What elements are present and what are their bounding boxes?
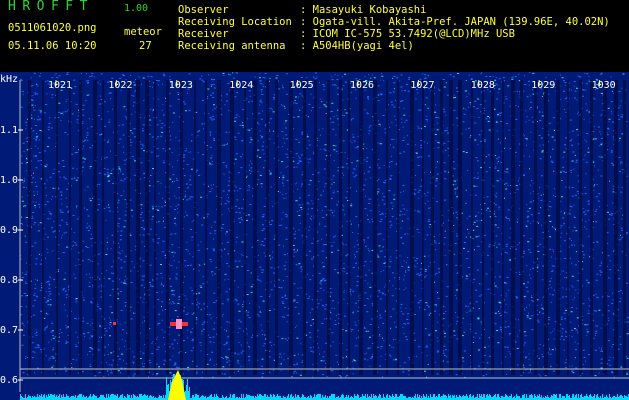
dark-stripe — [314, 80, 317, 375]
dark-stripe — [482, 80, 484, 375]
dark-stripe — [275, 80, 278, 375]
dark-stripe — [194, 80, 196, 375]
dark-stripe — [93, 80, 97, 375]
dark-stripe — [567, 80, 569, 375]
dark-stripe — [114, 80, 117, 375]
dark-stripe — [327, 80, 330, 375]
dark-stripe — [491, 80, 494, 375]
dark-stripe — [28, 80, 31, 375]
dark-stripe — [511, 80, 515, 375]
dark-stripe — [373, 80, 377, 375]
x-tick-label: 1029 — [531, 80, 555, 91]
dark-stripe — [127, 80, 130, 375]
y-tick-label: 0.7 — [0, 325, 18, 336]
dark-stripe — [348, 80, 350, 375]
y-tick-label: 0.9 — [0, 225, 18, 236]
meteor-echo — [113, 322, 116, 325]
dark-stripe — [56, 80, 58, 375]
datetime: 05.11.06 10:20 — [8, 40, 97, 52]
dark-stripe — [244, 80, 246, 375]
y-unit-label: kHz — [0, 74, 18, 85]
dark-stripe — [303, 80, 306, 375]
x-tick-label: 1025 — [290, 80, 314, 91]
dark-stripe — [397, 80, 399, 375]
y-tick-label: 0.6 — [0, 375, 18, 386]
meteor-echo-core — [176, 319, 182, 329]
dark-stripe — [422, 80, 424, 375]
dark-stripe — [410, 80, 414, 375]
spectrogram: 1021 1022 1023 1024 1025 1026 1027 1028 1029 1030… — [0, 72, 629, 400]
y-tick-label: 1.0 — [0, 175, 18, 186]
location-value: : Ogata-vill. Akita-Pref. JAPAN (139.96E… — [300, 16, 610, 28]
dark-stripe — [502, 80, 504, 375]
dark-stripe — [136, 80, 140, 375]
dark-stripe — [154, 80, 156, 375]
meteor-count: 27 — [139, 40, 152, 52]
dark-stripe — [145, 80, 149, 375]
x-tick-label: 1021 — [48, 80, 72, 91]
dark-stripe — [579, 80, 582, 375]
dark-stripe — [386, 80, 388, 375]
dark-stripe — [230, 80, 234, 375]
dark-stripe — [289, 80, 293, 375]
dark-stripe — [166, 80, 169, 375]
x-tick-label: 1027 — [410, 80, 434, 91]
location-label: Receiving Location — [178, 16, 292, 28]
dark-stripe — [359, 80, 363, 375]
observer-label: Observer — [178, 4, 229, 16]
dark-stripe — [253, 80, 257, 375]
receiver-label: Receiver — [178, 28, 229, 40]
x-tick-label: 1028 — [471, 80, 495, 91]
dark-stripe — [471, 80, 473, 375]
dark-stripe — [458, 80, 462, 375]
dark-stripe — [205, 80, 207, 375]
dark-stripe — [431, 80, 434, 375]
meteor-label: meteor — [124, 26, 162, 38]
dark-stripe — [449, 80, 453, 375]
antenna-value: : A504HB(yagi 4el) — [300, 40, 414, 52]
app-version: 1.00 — [124, 3, 149, 14]
dark-stripe — [42, 80, 44, 375]
x-tick-label: 1026 — [350, 80, 374, 91]
dark-stripe — [69, 80, 71, 375]
dark-stripe — [180, 80, 183, 375]
dark-stripe — [520, 80, 523, 375]
receiver-value: : ICOM IC-575 53.7492(@LCD)MHz USB — [300, 28, 515, 40]
dark-stripe — [440, 80, 443, 375]
file-name: 0511061020.png — [8, 22, 97, 34]
dark-stripe — [544, 80, 548, 375]
dark-stripe — [623, 80, 626, 375]
y-tick-label: 0.8 — [0, 275, 18, 286]
x-tick-label: 1024 — [229, 80, 253, 91]
dark-stripe — [79, 80, 82, 375]
dark-stripe — [534, 80, 537, 375]
x-tick-label: 1022 — [108, 80, 132, 91]
observer-value: : Masayuki Kobayashi — [300, 4, 427, 16]
antenna-label: Receiving antenna — [178, 40, 286, 52]
dark-stripe — [590, 80, 593, 375]
x-tick-label: 1030 — [592, 80, 616, 91]
dark-stripe — [102, 80, 104, 375]
dark-stripe — [217, 80, 221, 375]
dark-stripe — [266, 80, 269, 375]
app-title: HROFFT — [8, 0, 94, 14]
dark-stripe — [556, 80, 560, 375]
y-tick-label: 1.1 — [0, 125, 18, 136]
dark-stripe — [339, 80, 342, 375]
x-tick-label: 1023 — [169, 80, 193, 91]
dark-stripe — [614, 80, 618, 375]
dark-stripe — [603, 80, 607, 375]
